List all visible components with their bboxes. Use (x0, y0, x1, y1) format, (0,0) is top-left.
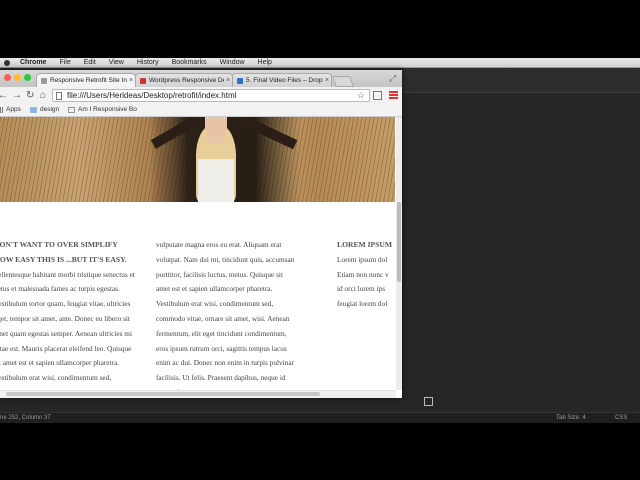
tab-label: 5. Final Video Files – Dropb (246, 77, 323, 84)
apps-grid-icon (0, 106, 3, 113)
tab-responsive-retrofit[interactable]: Responsive Retrofit Site Ins × (36, 73, 136, 87)
scrollbar-thumb[interactable] (6, 392, 320, 396)
text-line: amet quam egestas semper. Aenean ultrici… (0, 328, 132, 338)
page-icon (56, 92, 62, 100)
page-icon (68, 106, 75, 113)
text-line: enim ac dui. Donec non enim in turpis pu… (156, 358, 295, 368)
text-line: facilisis. Ut felis. Praesent dapibus, n… (156, 373, 286, 383)
close-window-icon[interactable] (4, 74, 11, 81)
text-line: Vestibulum tortor quam, feugiat vitae, u… (0, 299, 131, 309)
horizontal-scrollbar[interactable] (0, 390, 396, 398)
content-column-1: DON'T WANT TO OVER SIMPLIFY HOW EASY THI… (0, 238, 148, 398)
menu-file[interactable]: File (59, 59, 70, 66)
text-line: feugiat lorem dol (337, 299, 388, 309)
bookmark-design[interactable]: design (30, 106, 59, 113)
editor-status-bar: ne 252, Column 37 Tab Size: 4 CSS (0, 412, 640, 423)
close-tab-icon[interactable]: × (127, 77, 135, 84)
section-heading: LOREM IPSUM (337, 240, 393, 249)
text-line: porttitor, facilisis luctus, metus. Quis… (156, 269, 283, 279)
text-line: sit amet est et sapien ullamcorper phare… (0, 358, 120, 368)
fullscreen-icon[interactable]: ⤢ (389, 73, 396, 84)
bookmarks-bar: Apps design Am I Responsive Bo (0, 105, 402, 117)
reload-icon[interactable]: ↻ (26, 90, 34, 101)
text-line: volutpat. Nam dui mi, tincidunt quis, ac… (156, 254, 295, 264)
text-line: fermentum, elit eget tincidunt condiment… (156, 328, 287, 338)
text-line: Vestibulum erat wisi, condimentum sed, (156, 299, 274, 309)
status-tab-size[interactable]: Tab Size: 4 (556, 415, 586, 421)
menu-bookmarks[interactable]: Bookmarks (172, 59, 207, 66)
forward-arrow-icon[interactable]: → (12, 90, 22, 101)
text-line: Etiam non nunc v (337, 269, 389, 279)
text-line: commodo vitae, ornare sit amet, wisi. Ae… (156, 313, 290, 323)
mac-menubar: Chrome File Edit View History Bookmarks … (0, 58, 640, 68)
dropbox-favicon-icon (237, 77, 243, 84)
close-tab-icon[interactable]: × (224, 77, 232, 84)
text-line: eget, tempor sit amet, ante. Donec eu li… (0, 313, 130, 323)
content-column-3: LOREM IPSUM Lorem ipsum dol Etiam non nu… (337, 238, 397, 312)
menu-app-chrome[interactable]: Chrome (20, 59, 46, 66)
bookmark-label: Apps (6, 106, 21, 113)
resize-cursor-icon (424, 397, 433, 406)
menu-window[interactable]: Window (220, 59, 245, 66)
scrollbar-thumb[interactable] (397, 202, 401, 282)
content-column-2: vulputate magna eros eu erat. Aliquam er… (156, 238, 312, 398)
extension-icon[interactable] (373, 91, 382, 100)
address-bar[interactable]: file:///Users/Herldeas/Desktop/retrofit/… (52, 89, 370, 102)
chrome-menu-icon[interactable] (389, 91, 398, 100)
browser-window: Responsive Retrofit Site Ins × Wordpress… (0, 70, 402, 398)
tab-dropbox[interactable]: 5. Final Video Files – Dropb × (232, 73, 332, 87)
bookmark-apps[interactable]: Apps (0, 106, 21, 113)
text-line: Lorem ipsum dol (337, 254, 388, 264)
page-favicon-icon (41, 77, 47, 84)
apple-icon[interactable] (4, 59, 10, 66)
tab-label: Responsive Retrofit Site Ins (50, 77, 127, 84)
text-line: eros ipsum rutrum orci, sagittis tempus … (156, 343, 287, 353)
status-line-column: ne 252, Column 37 (0, 415, 51, 421)
section-heading: DON'T WANT TO OVER SIMPLIFY (0, 240, 118, 249)
text-line: Vestibulum erat wisi, condimentum sed, (0, 373, 112, 383)
tab-wordpress-responsive[interactable]: Wordpress Responsive Des × (135, 73, 233, 87)
column-1-lines: Pellentesque habitant morbi tristique se… (0, 268, 148, 398)
text-line: netus et malesuada fames ac turpis egest… (0, 284, 120, 294)
bookmark-am-i-responsive[interactable]: Am I Responsive Bo (68, 106, 137, 113)
text-line: vitae est. Mauris placerat eleifend leo.… (0, 343, 132, 353)
bookmark-label: Am I Responsive Bo (78, 106, 137, 113)
editor-tab-bar (402, 68, 640, 93)
bookmark-star-icon[interactable]: ☆ (357, 90, 365, 101)
home-icon[interactable]: ⌂ (40, 90, 46, 101)
youtube-favicon-icon (140, 77, 146, 84)
vertical-scrollbar[interactable] (396, 117, 402, 390)
menu-view[interactable]: View (109, 59, 124, 66)
menu-history[interactable]: History (137, 59, 159, 66)
bookmark-label: design (40, 106, 60, 113)
browser-toolbar: ← → ↻ ⌂ file:///Users/Herldeas/Desktop/r… (0, 87, 402, 106)
new-tab-button[interactable] (331, 76, 355, 87)
hero-image (0, 117, 395, 202)
text-line: id orci lorem ips (337, 284, 386, 294)
text-line: vulputate magna eros eu erat. Aliquam er… (156, 240, 282, 249)
tab-strip: Responsive Retrofit Site Ins × Wordpress… (0, 70, 402, 87)
back-arrow-icon[interactable]: ← (0, 90, 8, 101)
tab-label: Wordpress Responsive Des (149, 77, 224, 84)
status-syntax[interactable]: CSS (615, 415, 627, 421)
editor-divider (402, 92, 640, 93)
menu-edit[interactable]: Edit (84, 59, 96, 66)
text-line: Pellentesque habitant morbi tristique se… (0, 269, 135, 279)
folder-icon (30, 106, 37, 113)
address-url: file:///Users/Herldeas/Desktop/retrofit/… (67, 91, 237, 100)
menu-help[interactable]: Help (258, 59, 272, 66)
close-tab-icon[interactable]: × (323, 77, 331, 84)
text-line: amet est et sapien ullamcorper pharetra. (156, 284, 273, 294)
zoom-window-icon[interactable] (24, 74, 31, 81)
section-heading: HOW EASY THIS IS ...BUT IT'S EASY. (0, 254, 127, 264)
minimize-window-icon[interactable] (14, 74, 21, 81)
